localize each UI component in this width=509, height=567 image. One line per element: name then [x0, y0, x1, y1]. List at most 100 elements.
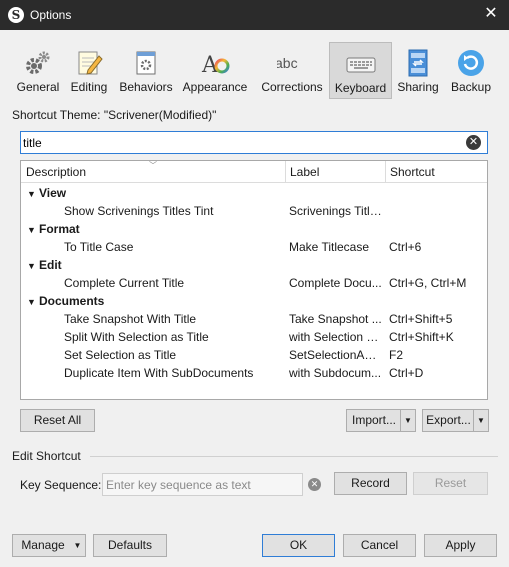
table-row[interactable]: Split With Selection as Title with Selec…: [21, 330, 487, 348]
table-row[interactable]: Complete Current Title Complete Docu... …: [21, 276, 487, 294]
row-label: with Selection a...: [289, 330, 382, 344]
tab-backup-label: Backup: [450, 80, 492, 94]
table-row[interactable]: To Title Case Make Titlecase Ctrl+6: [21, 240, 487, 258]
tab-general-label: General: [16, 80, 60, 94]
row-label: Scrivenings Titles: [289, 204, 382, 218]
import-dropdown-arrow-icon[interactable]: ▼: [400, 410, 415, 431]
import-button-label[interactable]: Import...: [347, 410, 401, 431]
sharing-icon: [408, 49, 428, 77]
column-header-description[interactable]: Description: [26, 165, 86, 179]
row-shortcut: F2: [389, 348, 404, 362]
shortcut-search: ✕: [20, 131, 488, 154]
abc-icon: abc: [277, 55, 298, 71]
row-label: with Subdocum...: [289, 366, 382, 380]
scrivener-app-icon: S: [8, 7, 24, 23]
tab-corrections-label: Corrections: [261, 80, 323, 94]
section-divider: [90, 456, 498, 457]
group-view[interactable]: ▼ View: [27, 186, 66, 200]
group-format[interactable]: ▼ Format: [27, 222, 80, 236]
edit-shortcut-heading: Edit Shortcut: [12, 449, 81, 463]
tab-sharing[interactable]: Sharing: [394, 42, 442, 99]
group-label: View: [39, 186, 67, 200]
table-row[interactable]: Set Selection as Title SetSelectionAsT..…: [21, 348, 487, 366]
tab-appearance-label: Appearance: [182, 80, 248, 94]
import-button[interactable]: Import... ▼: [346, 409, 416, 432]
group-label: Format: [39, 222, 80, 236]
tab-behaviors-label: Behaviors: [119, 80, 173, 94]
row-label: SetSelectionAsT...: [289, 348, 382, 362]
tab-general[interactable]: General: [12, 42, 64, 99]
table-row[interactable]: Take Snapshot With Title Take Snapshot .…: [21, 312, 487, 330]
tab-keyboard[interactable]: Keyboard: [329, 42, 392, 99]
group-label: Documents: [39, 294, 105, 308]
row-shortcut: Ctrl+Shift+5: [389, 312, 453, 326]
group-documents[interactable]: ▼ Documents: [27, 294, 104, 308]
tab-sharing-label: Sharing: [397, 80, 439, 94]
export-button-label[interactable]: Export...: [423, 410, 474, 431]
row-label: Complete Docu...: [289, 276, 382, 290]
pencil-note-icon: [78, 51, 103, 75]
tab-backup[interactable]: Backup: [446, 42, 496, 99]
window-title: Options: [30, 8, 72, 22]
apply-button[interactable]: Apply: [424, 534, 497, 557]
chevron-down-icon[interactable]: ▼: [27, 189, 39, 199]
group-edit[interactable]: ▼ Edit: [27, 258, 62, 272]
row-shortcut: Ctrl+Shift+K: [389, 330, 454, 344]
font-color-icon: A: [201, 53, 230, 78]
chevron-down-icon[interactable]: ▼: [27, 261, 39, 271]
export-button[interactable]: Export... ▼: [422, 409, 489, 432]
row-description: Take Snapshot With Title: [64, 312, 197, 326]
reset-all-button[interactable]: Reset All: [20, 409, 95, 432]
manage-button-label[interactable]: Manage: [13, 535, 73, 556]
row-description: Split With Selection as Title: [64, 330, 209, 344]
ok-button[interactable]: OK: [262, 534, 335, 557]
tab-behaviors[interactable]: Behaviors: [116, 42, 176, 99]
manage-button[interactable]: Manage ▼: [12, 534, 86, 557]
table-row[interactable]: Show Scrivenings Titles Tint Scrivenings…: [21, 204, 487, 222]
column-divider[interactable]: [385, 161, 386, 183]
row-description: Show Scrivenings Titles Tint: [64, 204, 214, 218]
row-shortcut: Ctrl+G, Ctrl+M: [389, 276, 467, 290]
table-row[interactable]: Duplicate Item With SubDocuments with Su…: [21, 366, 487, 384]
options-toolbar: General Editing Behaviors A Appearance a…: [0, 42, 509, 100]
column-header-label[interactable]: Label: [290, 165, 319, 179]
backup-icon: [458, 50, 484, 76]
tab-editing[interactable]: Editing: [66, 42, 112, 99]
cancel-button[interactable]: Cancel: [343, 534, 416, 557]
row-description: Duplicate Item With SubDocuments: [64, 366, 254, 380]
chevron-down-icon[interactable]: ▼: [27, 297, 39, 307]
tab-keyboard-label: Keyboard: [334, 81, 387, 95]
record-button[interactable]: Record: [334, 472, 407, 495]
row-description: Complete Current Title: [64, 276, 185, 290]
clear-key-sequence-icon[interactable]: ✕: [308, 478, 321, 491]
tab-appearance[interactable]: A Appearance: [180, 42, 250, 99]
shortcut-table: ﹀ Description Label Shortcut ▼ View Show …: [20, 160, 488, 400]
row-shortcut: Ctrl+6: [389, 240, 422, 254]
tab-editing-label: Editing: [70, 80, 108, 94]
gears-icon: [26, 51, 50, 74]
svg-text:abc: abc: [277, 55, 298, 71]
group-label: Edit: [39, 258, 62, 272]
manage-dropdown-arrow-icon[interactable]: ▼: [70, 535, 85, 556]
defaults-button[interactable]: Defaults: [93, 534, 167, 557]
column-header-shortcut[interactable]: Shortcut: [390, 165, 435, 179]
key-sequence-input[interactable]: [106, 477, 296, 493]
window-gear-icon: [136, 51, 156, 75]
clear-search-icon[interactable]: ✕: [466, 135, 481, 150]
keyboard-icon: [346, 57, 375, 73]
row-shortcut: Ctrl+D: [389, 366, 424, 380]
row-description: To Title Case: [64, 240, 134, 254]
row-description: Set Selection as Title: [64, 348, 177, 362]
shortcut-theme-label: Shortcut Theme: "Scrivener(Modified)": [12, 108, 217, 122]
shortcut-search-input[interactable]: [23, 134, 463, 151]
column-divider[interactable]: [285, 161, 286, 183]
chevron-down-icon[interactable]: ▼: [27, 225, 39, 235]
sort-indicator-icon: ﹀: [149, 161, 157, 170]
row-label: Make Titlecase: [289, 240, 370, 254]
table-header: ﹀ Description Label Shortcut: [21, 161, 487, 183]
key-sequence-label: Key Sequence:: [20, 478, 102, 492]
close-window-button[interactable]: ✕: [481, 4, 501, 24]
export-dropdown-arrow-icon[interactable]: ▼: [473, 410, 488, 431]
tab-corrections[interactable]: abc Corrections: [258, 42, 326, 99]
reset-button[interactable]: Reset: [413, 472, 488, 495]
